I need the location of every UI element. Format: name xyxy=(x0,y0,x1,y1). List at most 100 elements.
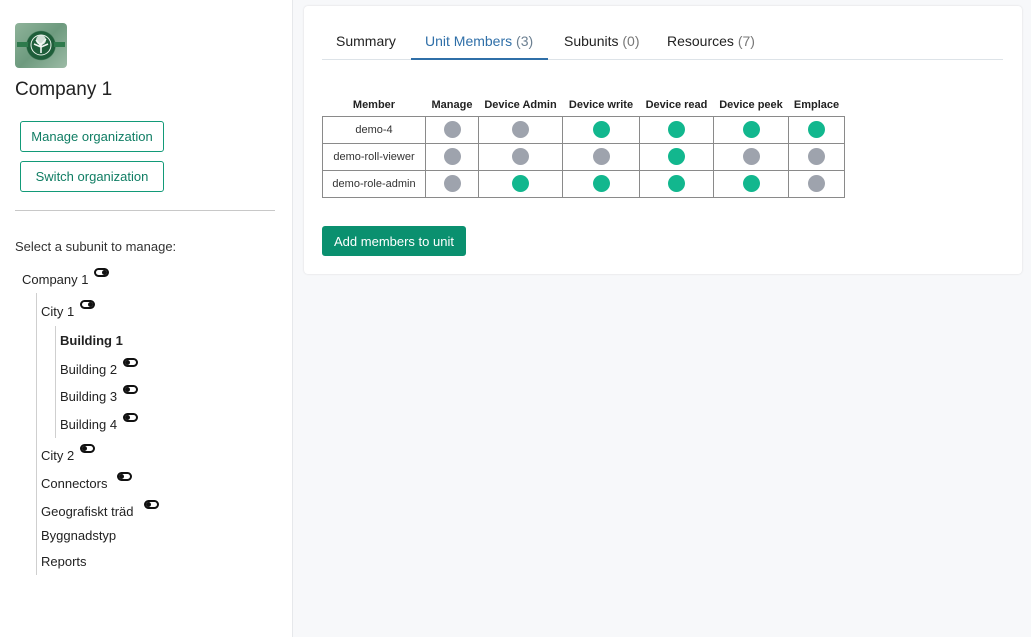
permission-denied-indicator[interactable] xyxy=(592,148,610,165)
permission-denied-indicator[interactable] xyxy=(808,148,825,165)
table-row: demo-role-admin xyxy=(322,169,845,198)
tab-resources[interactable]: Resources (7) xyxy=(667,26,755,60)
organization-name: Company 1 xyxy=(15,79,113,100)
table-row: demo-4 xyxy=(322,115,845,144)
toggle-on-icon[interactable] xyxy=(94,268,110,277)
tree-logo-icon xyxy=(17,32,65,58)
tree-item-byggnadstyp[interactable]: Byggnadstyp xyxy=(41,528,116,543)
toggle-off-icon[interactable] xyxy=(143,500,159,509)
switch-organization-button[interactable]: Switch organization xyxy=(20,161,164,192)
permission-granted-indicator[interactable] xyxy=(742,121,760,138)
tab-label: Unit Members xyxy=(425,33,513,49)
subunit-prompt: Select a subunit to manage: xyxy=(15,239,177,254)
member-name-cell: demo-role-admin xyxy=(322,169,426,198)
column-header-device-admin: Device Admin xyxy=(484,98,557,111)
tab-count: (3) xyxy=(516,33,534,49)
permission-granted-indicator[interactable] xyxy=(808,121,825,138)
tab-summary[interactable]: Summary xyxy=(336,26,396,60)
tab-subunits[interactable]: Subunits (0) xyxy=(564,26,640,60)
column-header-member: Member xyxy=(352,98,396,111)
tree-item-connectors[interactable]: Connectors xyxy=(41,472,133,491)
column-header-manage: Manage xyxy=(431,98,473,111)
tab-count: (7) xyxy=(737,33,755,49)
tree-item-building-3[interactable]: Building 3 xyxy=(60,385,139,404)
permission-cell-emplace xyxy=(788,169,845,198)
permission-cell-device-admin xyxy=(478,115,563,144)
permission-granted-indicator[interactable] xyxy=(592,175,610,192)
tree-item-geografiskt-trad[interactable]: Geografiskt träd xyxy=(41,500,159,519)
members-permissions-table: Member Manage Device Admin Device write … xyxy=(322,98,845,198)
tree-item-label: Building 1 xyxy=(60,333,123,348)
permission-cell-device-read xyxy=(639,142,714,171)
permission-cell-device-read xyxy=(639,169,714,198)
tree-item-label: Building 3 xyxy=(60,389,118,404)
column-header-emplace: Emplace xyxy=(793,98,840,111)
sidebar: Company 1 Manage organization Switch org… xyxy=(0,0,293,637)
permission-denied-indicator[interactable] xyxy=(742,148,760,165)
toggle-off-icon[interactable] xyxy=(117,472,133,481)
permission-cell-device-peek xyxy=(713,142,789,171)
tree-item-building-4[interactable]: Building 4 xyxy=(60,413,139,432)
toggle-off-icon[interactable] xyxy=(123,413,139,422)
add-members-button[interactable]: Add members to unit xyxy=(322,226,466,256)
tree-item-city-1[interactable]: City 1 xyxy=(41,300,96,319)
toggle-off-icon[interactable] xyxy=(123,385,139,394)
permission-cell-device-write xyxy=(562,115,640,144)
permission-cell-device-admin xyxy=(478,169,563,198)
permission-cell-emplace xyxy=(788,142,845,171)
permission-denied-indicator[interactable] xyxy=(808,175,825,192)
tree-item-label: Building 2 xyxy=(60,362,118,377)
column-header-device-read: Device read xyxy=(645,98,708,111)
permission-cell-device-write xyxy=(562,169,640,198)
tree-item-label: Company 1 xyxy=(22,272,89,287)
permission-cell-emplace xyxy=(788,115,845,144)
permission-cell-device-admin xyxy=(478,142,563,171)
permission-granted-indicator[interactable] xyxy=(668,175,685,192)
permission-cell-manage xyxy=(425,169,479,198)
permission-cell-device-write xyxy=(562,142,640,171)
manage-organization-button[interactable]: Manage organization xyxy=(20,121,164,152)
permission-cell-manage xyxy=(425,142,479,171)
toggle-off-icon[interactable] xyxy=(80,444,96,453)
tree-item-building-2[interactable]: Building 2 xyxy=(60,358,139,377)
table-row: demo-roll-viewer xyxy=(322,142,845,171)
member-name-cell: demo-4 xyxy=(322,115,426,144)
sidebar-divider xyxy=(15,210,275,211)
column-header-device-peek: Device peek xyxy=(719,98,783,111)
tree-item-company-1[interactable]: Company 1 xyxy=(22,268,110,287)
tab-label: Resources xyxy=(667,33,734,49)
tree-guide-line xyxy=(55,326,56,438)
tree-item-label: City 1 xyxy=(41,304,75,319)
tree-item-reports[interactable]: Reports xyxy=(41,554,87,569)
permission-denied-indicator[interactable] xyxy=(443,148,461,165)
toggle-off-icon[interactable] xyxy=(123,358,139,367)
tree-item-label: Byggnadstyp xyxy=(41,528,117,543)
permission-denied-indicator[interactable] xyxy=(443,175,461,192)
permission-granted-indicator[interactable] xyxy=(668,121,685,138)
tree-guide-line xyxy=(36,293,37,575)
permission-granted-indicator[interactable] xyxy=(742,175,760,192)
tab-bar: Summary Unit Members (3) Subunits (0) Re… xyxy=(322,26,1003,60)
tree-item-label: City 2 xyxy=(41,448,75,463)
unit-details-card: Summary Unit Members (3) Subunits (0) Re… xyxy=(304,6,1022,274)
tab-unit-members[interactable]: Unit Members (3) xyxy=(411,26,549,60)
permission-cell-device-peek xyxy=(713,115,789,144)
permission-granted-indicator[interactable] xyxy=(592,121,610,138)
permission-cell-device-peek xyxy=(713,169,789,198)
permission-cell-manage xyxy=(425,115,479,144)
table-header-row: Member Manage Device Admin Device write … xyxy=(323,98,845,116)
permission-denied-indicator[interactable] xyxy=(443,121,461,138)
tab-count: (0) xyxy=(622,33,640,49)
toggle-on-icon[interactable] xyxy=(80,300,96,309)
tree-item-building-1[interactable]: Building 1 xyxy=(60,333,123,348)
permission-denied-indicator[interactable] xyxy=(512,148,529,165)
tree-item-label: Building 4 xyxy=(60,417,118,432)
permission-granted-indicator[interactable] xyxy=(512,175,529,192)
tab-label: Subunits xyxy=(564,33,619,49)
permission-denied-indicator[interactable] xyxy=(512,121,529,138)
organization-logo xyxy=(15,23,67,68)
tree-item-label: Geografiskt träd xyxy=(41,504,134,519)
permission-granted-indicator[interactable] xyxy=(668,148,685,165)
tab-label: Summary xyxy=(336,33,396,49)
tree-item-city-2[interactable]: City 2 xyxy=(41,444,96,463)
